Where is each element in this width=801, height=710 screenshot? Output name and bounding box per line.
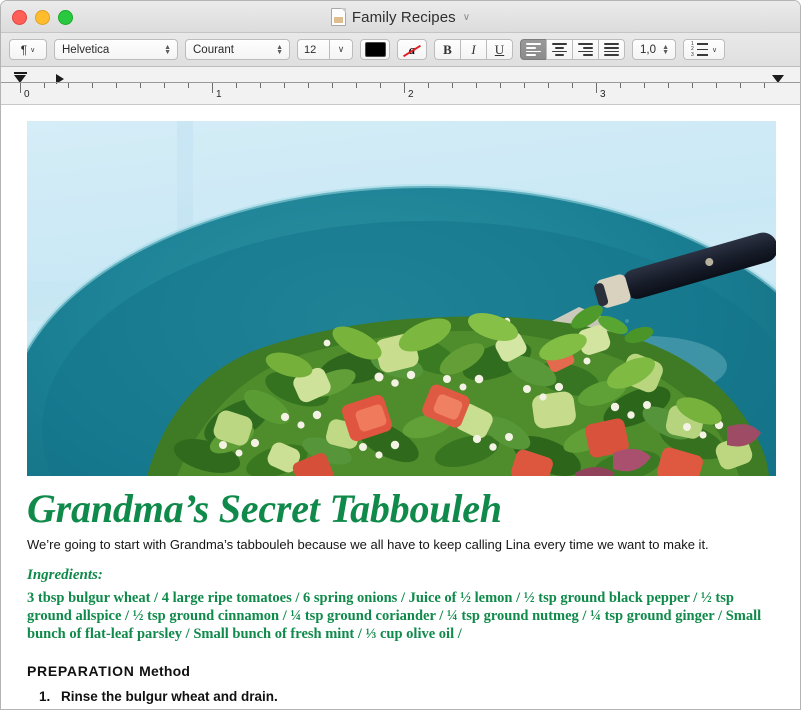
- line-spacing-select[interactable]: 1,0 ▲ ▼: [632, 39, 676, 60]
- stepper-icon: ▲ ▼: [164, 43, 171, 56]
- ruler-tick-label: 1: [216, 89, 222, 100]
- ruler-scale: 0 1 2 3: [1, 82, 800, 104]
- intro-paragraph: We’re going to start with Grandma’s tabb…: [27, 537, 709, 552]
- preparation-steps: Rinse the bulgur wheat and drain.: [27, 688, 774, 707]
- preparation-heading-word-1: PREPARATION: [27, 662, 135, 679]
- ingredients-heading: Ingredients:: [27, 566, 103, 583]
- ruler[interactable]: 0 1 2 3: [1, 67, 800, 105]
- document-page[interactable]: Grandma’s Secret Tabbouleh We’re going t…: [1, 105, 800, 709]
- bold-label: B: [443, 41, 452, 57]
- close-button[interactable]: [12, 9, 27, 25]
- stepper-icon: ▲ ▼: [662, 43, 669, 56]
- chevron-down-icon: ∨: [711, 46, 718, 54]
- pilcrow-icon: ¶: [20, 42, 28, 57]
- preparation-heading: PREPARATION Method: [27, 663, 774, 679]
- ingredients-list: 3 tbsp bulgur wheat / 4 large ripe tomat…: [27, 589, 762, 643]
- recipe-photo: [27, 121, 776, 476]
- ruler-tick-label: 0: [24, 89, 30, 100]
- text-style-group: B I U: [434, 39, 513, 60]
- italic-button[interactable]: I: [460, 39, 487, 60]
- align-center-icon: [552, 43, 567, 56]
- underline-label: U: [494, 41, 505, 57]
- align-center-button[interactable]: [546, 39, 573, 60]
- paragraph-style-button[interactable]: ¶ ∨: [9, 39, 47, 60]
- list-style-button[interactable]: 1 2 3 ∨: [683, 39, 725, 60]
- title-bar: Family Recipes ∨: [1, 1, 800, 33]
- line-spacing-value: 1,0: [640, 43, 656, 56]
- numbered-list-icon: 1 2 3: [691, 41, 708, 57]
- chevron-down-icon[interactable]: ∨: [463, 12, 470, 23]
- font-family-value: Helvetica: [62, 43, 110, 56]
- document-content: Grandma’s Secret Tabbouleh We’re going t…: [1, 105, 800, 707]
- italic-label: I: [471, 41, 476, 57]
- font-family-select[interactable]: Helvetica ▲ ▼: [54, 39, 178, 60]
- align-right-icon: [578, 43, 593, 56]
- text-color-button[interactable]: [360, 39, 390, 60]
- font-size-value: 12: [304, 43, 317, 56]
- ruler-tick-label: 2: [408, 89, 414, 100]
- formatting-toolbar: ¶ ∨ Helvetica ▲ ▼ Courant ▲ ▼ 12 ∨ B I U…: [1, 33, 800, 67]
- minimize-button[interactable]: [35, 9, 50, 25]
- first-line-indent-marker[interactable]: [14, 72, 27, 74]
- chevron-down-icon: ∨: [337, 44, 345, 54]
- font-style-value: Courant: [193, 43, 234, 56]
- page-title: Grandma’s Secret Tabbouleh: [27, 486, 502, 531]
- document-icon: [330, 8, 346, 26]
- preparation-heading-word-2: Method: [139, 662, 191, 679]
- font-style-select[interactable]: Courant ▲ ▼: [185, 39, 290, 60]
- align-right-button[interactable]: [572, 39, 599, 60]
- ruler-tick-label: 3: [600, 89, 606, 100]
- list-item: Rinse the bulgur wheat and drain.: [39, 688, 278, 707]
- align-left-icon: [526, 43, 541, 56]
- bold-button[interactable]: B: [434, 39, 461, 60]
- maximize-button[interactable]: [58, 9, 73, 25]
- font-size-control: 12 ∨: [297, 39, 353, 60]
- color-swatch-icon: [364, 42, 386, 57]
- window-controls: [12, 1, 73, 33]
- alignment-group: [520, 39, 625, 60]
- align-justify-button[interactable]: [598, 39, 625, 60]
- font-size-input[interactable]: 12: [297, 39, 330, 60]
- title-area: Family Recipes ∨: [1, 1, 800, 33]
- stepper-icon: ▲ ▼: [276, 43, 283, 56]
- align-left-button[interactable]: [520, 39, 547, 60]
- align-justify-icon: [604, 43, 619, 56]
- window-title: Family Recipes: [351, 8, 456, 26]
- document-window: Family Recipes ∨ ¶ ∨ Helvetica ▲ ▼ Couran…: [0, 0, 801, 710]
- chevron-down-icon: ∨: [30, 46, 36, 54]
- remove-highlight-button[interactable]: a: [397, 39, 427, 60]
- font-size-dropdown-button[interactable]: ∨: [329, 39, 353, 60]
- underline-button[interactable]: U: [486, 39, 513, 60]
- photo-illustration: [27, 121, 776, 476]
